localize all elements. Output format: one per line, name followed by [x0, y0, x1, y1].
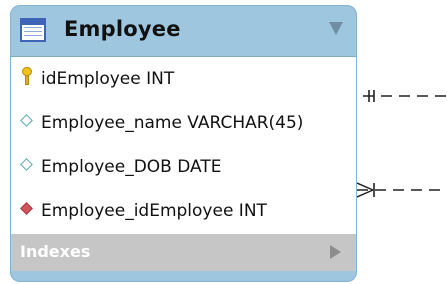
column-label: Employee_idEmployee INT [41, 201, 267, 221]
column-row[interactable]: Employee_idEmployee INT [11, 189, 356, 233]
column-label: Employee_name VARCHAR(45) [41, 113, 304, 133]
table-header[interactable]: Employee [10, 5, 357, 56]
column-row[interactable]: idEmployee INT [11, 57, 356, 101]
employee-table[interactable]: Employee idEmployee INT Employee_name VA… [10, 5, 357, 282]
primary-key-icon [22, 67, 32, 85]
foreign-key-diamond-icon [20, 202, 33, 215]
indexes-section[interactable]: Indexes [11, 234, 356, 271]
collapse-triangle-icon[interactable] [329, 22, 343, 35]
table-icon [20, 18, 46, 42]
column-label: Employee_DOB DATE [41, 157, 222, 177]
er-diagram-canvas: Employee idEmployee INT Employee_name VA… [0, 0, 447, 284]
relationship-line-many[interactable] [357, 182, 447, 198]
columns-list: idEmployee INT Employee_name VARCHAR(45)… [11, 56, 356, 235]
relationship-line-one[interactable] [363, 90, 447, 102]
relationship-connectors [357, 90, 447, 198]
expand-arrow-icon[interactable] [330, 245, 341, 259]
indexes-label: Indexes [20, 242, 91, 261]
column-row[interactable]: Employee_name VARCHAR(45) [11, 101, 356, 145]
column-diamond-icon [20, 158, 33, 171]
column-row[interactable]: Employee_DOB DATE [11, 145, 356, 189]
column-diamond-icon [20, 114, 33, 127]
column-label: idEmployee INT [41, 69, 175, 89]
table-title: Employee [64, 17, 181, 41]
